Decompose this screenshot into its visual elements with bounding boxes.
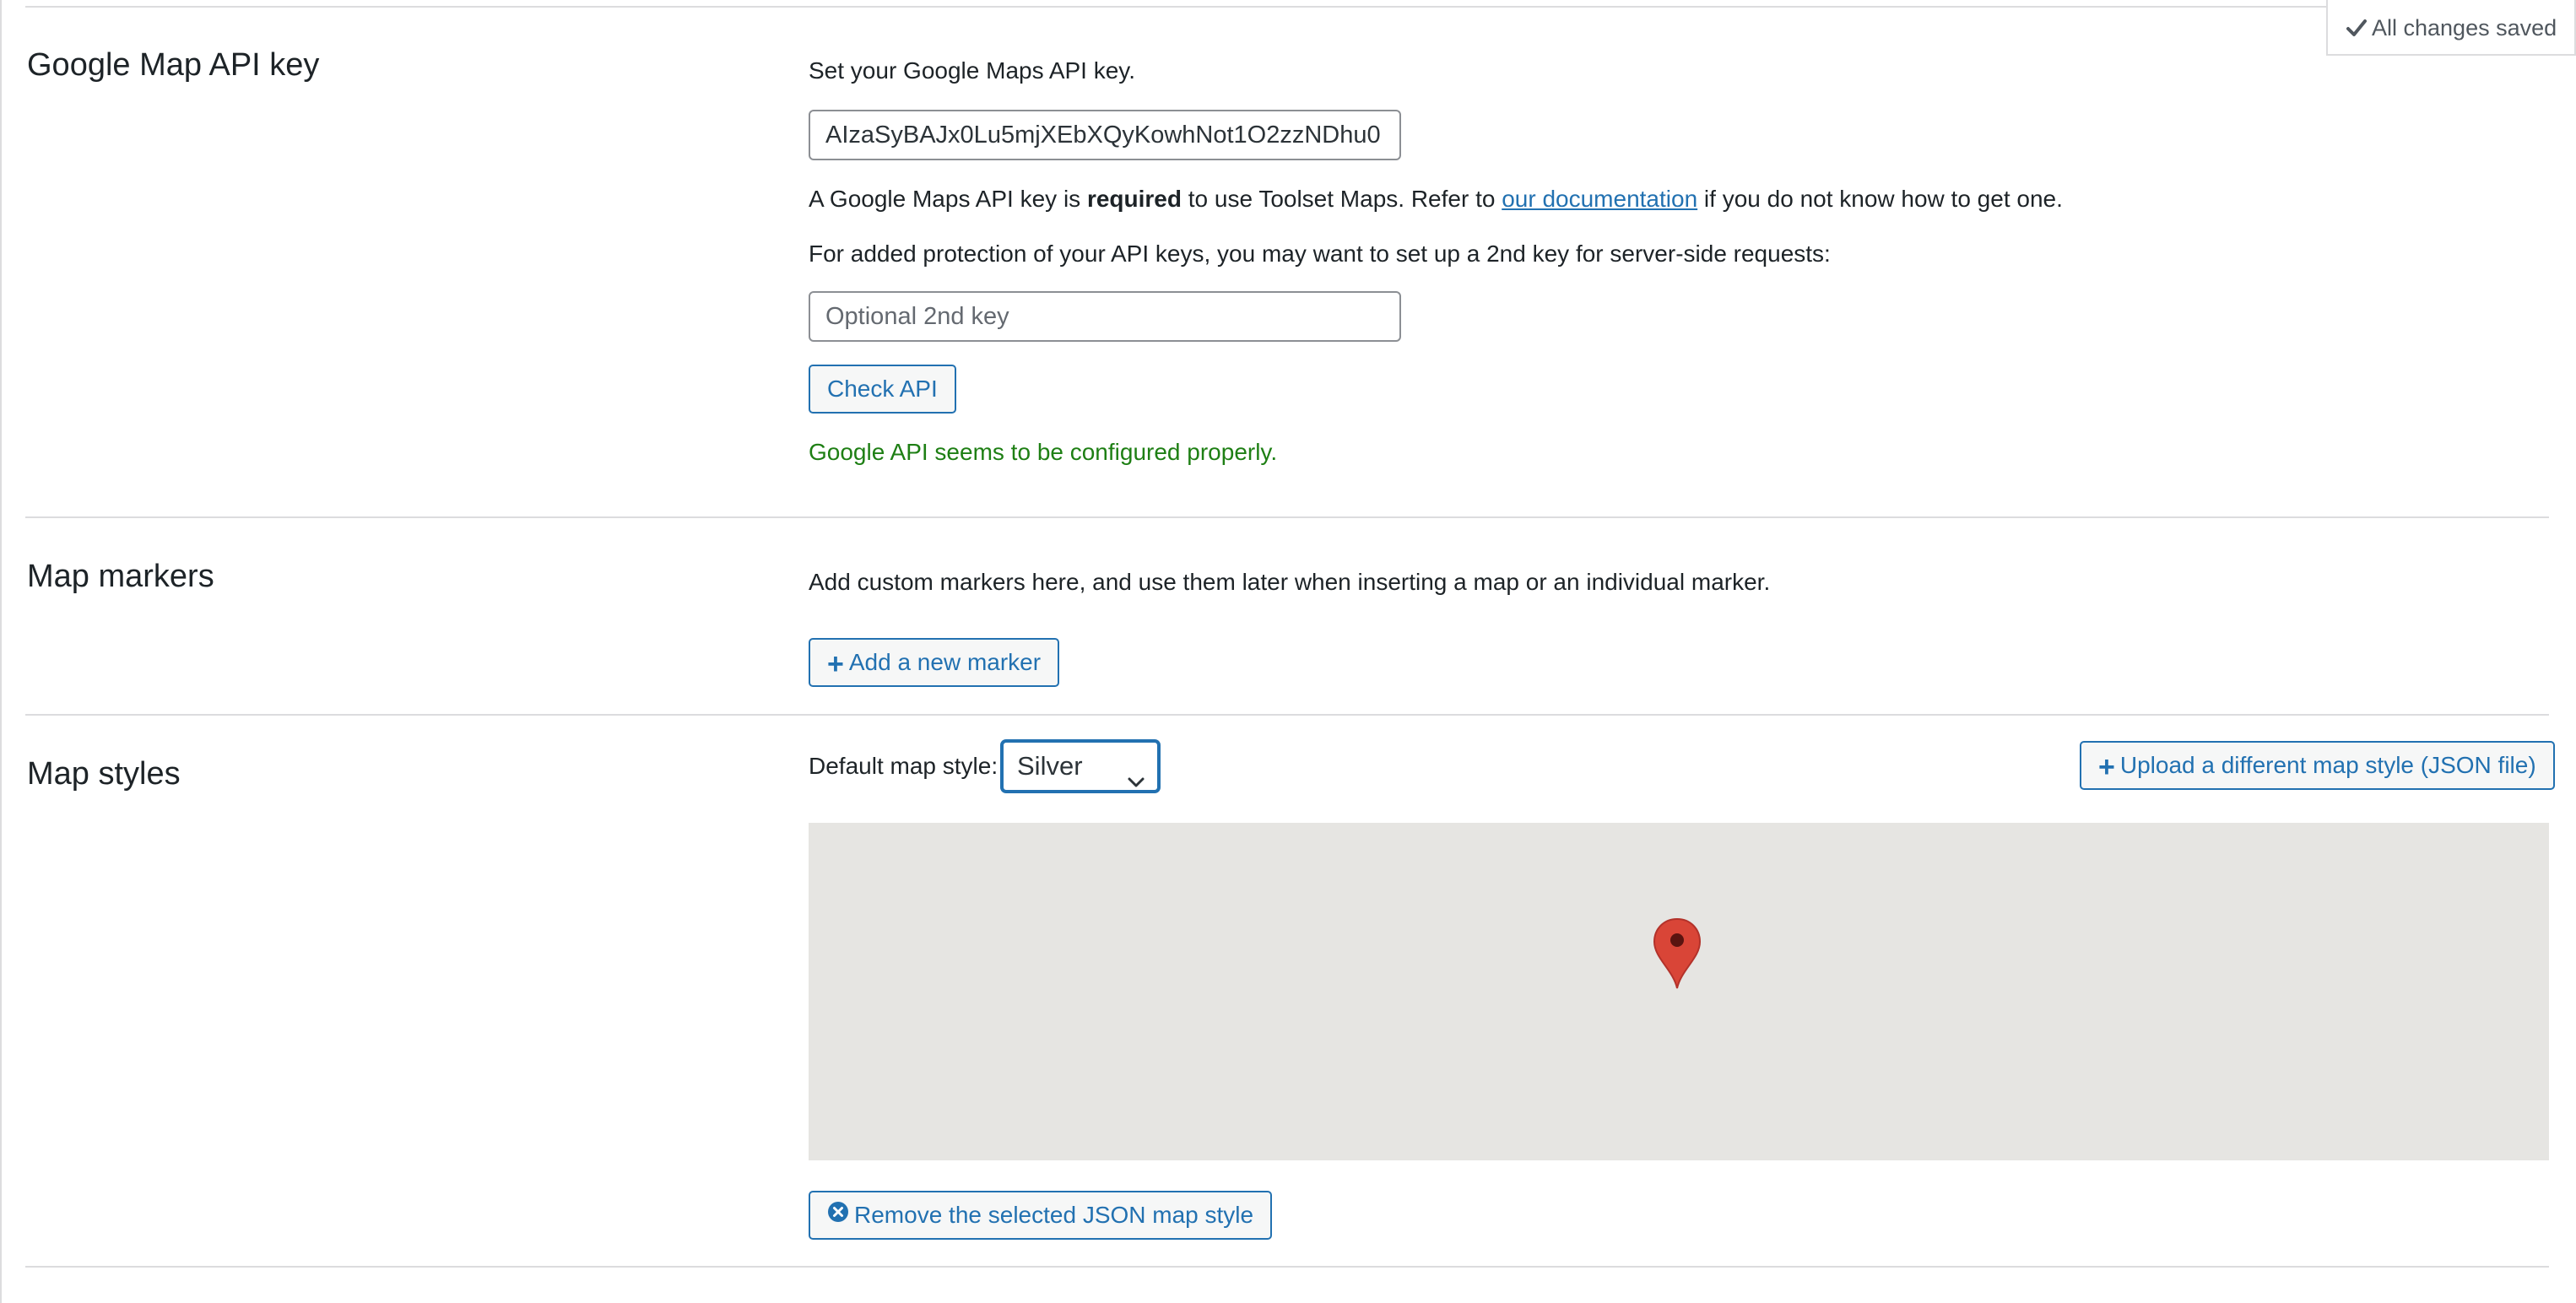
divider <box>25 714 2549 716</box>
save-status-label: All changes saved <box>2372 15 2557 41</box>
plus-icon: + <box>827 648 844 680</box>
save-status-badge: All changes saved <box>2326 0 2576 56</box>
api-status-message: Google API seems to be configured proper… <box>809 439 1278 465</box>
check-api-button[interactable]: Check API <box>809 365 956 414</box>
second-key-input[interactable]: Optional 2nd key <box>809 291 1401 342</box>
checkmark-icon <box>2346 0 2367 56</box>
documentation-link[interactable]: our documentation <box>1502 186 1697 212</box>
section-title-markers: Map markers <box>27 559 214 594</box>
api-key-note-suffix: if you do not know how to get one. <box>1697 186 2063 212</box>
divider <box>25 6 2549 8</box>
api-key-note-prefix: A Google Maps API key is <box>809 186 1087 212</box>
api-key-note-middle: to use Toolset Maps. Refer to <box>1181 186 1502 212</box>
api-key-input[interactable]: AIzaSyBAJx0Lu5mjXEbXQyKowhNot1O2zzNDhu0 <box>809 110 1401 160</box>
map-style-select[interactable]: Silver <box>1001 740 1160 792</box>
api-key-note: A Google Maps API key is required to use… <box>809 186 2063 213</box>
plus-icon: + <box>2098 751 2115 783</box>
markers-intro: Add custom markers here, and use them la… <box>809 569 1771 595</box>
upload-map-style-label: Upload a different map style (JSON file) <box>2119 752 2536 778</box>
api-key-intro: Set your Google Maps API key. <box>809 57 1136 84</box>
api-key-note-required: required <box>1086 186 1182 212</box>
upload-map-style-button[interactable]: + Upload a different map style (JSON file… <box>2080 741 2555 790</box>
map-marker-icon[interactable] <box>1653 917 1702 990</box>
map-style-selected-value: Silver <box>1017 751 1083 781</box>
default-style-label: Default map style: <box>809 753 998 779</box>
section-title-api-key: Google Map API key <box>27 47 320 83</box>
remove-map-style-label: Remove the selected JSON map style <box>854 1202 1254 1228</box>
divider <box>25 1266 2549 1268</box>
chevron-down-icon <box>1127 760 1145 787</box>
map-preview[interactable] <box>809 823 2549 1160</box>
remove-circle-icon <box>827 1192 849 1238</box>
add-marker-label: Add a new marker <box>848 649 1042 675</box>
add-marker-button[interactable]: + Add a new marker <box>809 638 1060 687</box>
second-key-intro: For added protection of your API keys, y… <box>809 241 1831 267</box>
divider <box>25 516 2549 518</box>
section-title-styles: Map styles <box>27 756 181 792</box>
remove-map-style-button[interactable]: Remove the selected JSON map style <box>809 1191 1273 1240</box>
